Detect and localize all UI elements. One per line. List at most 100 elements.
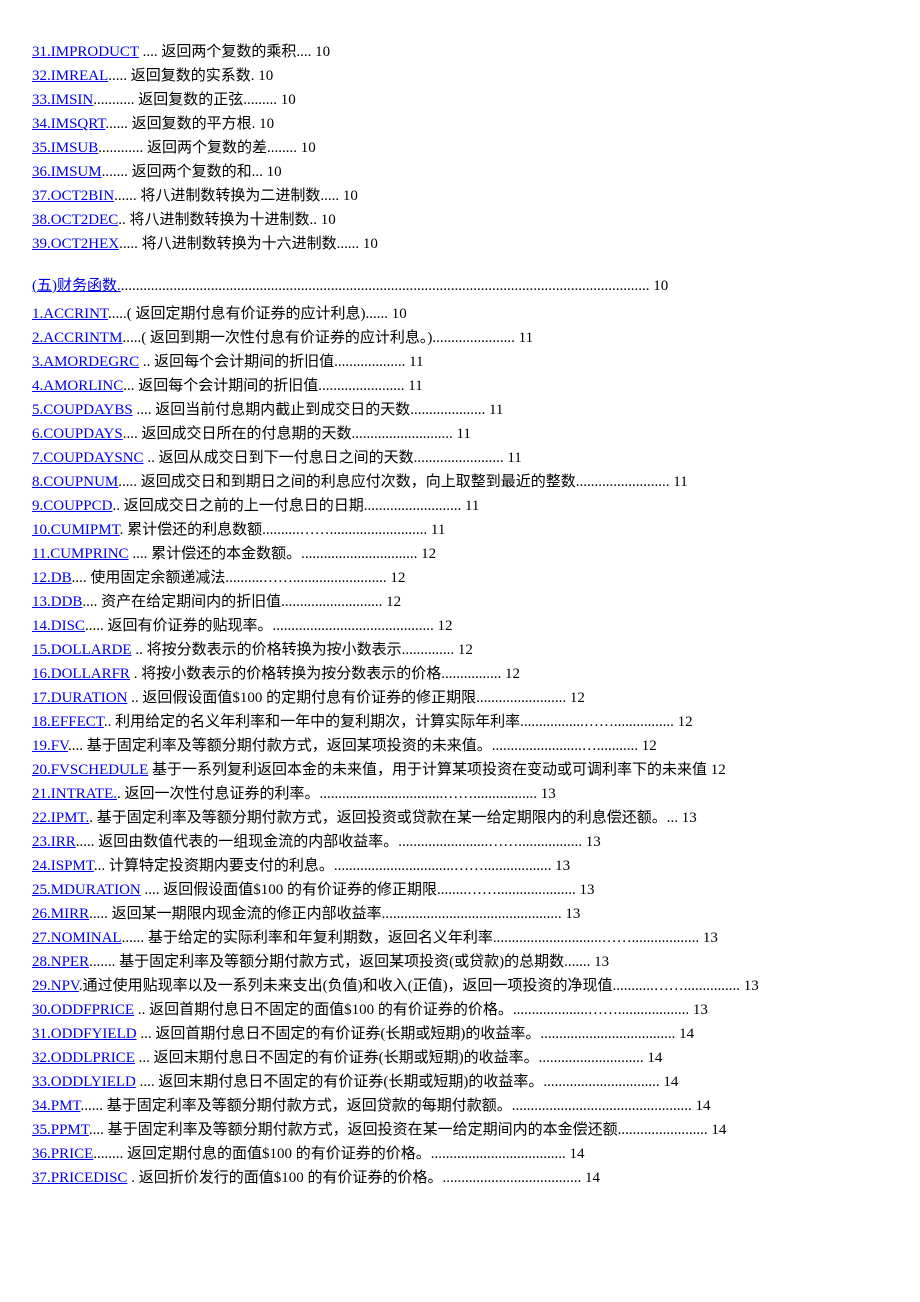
toc-entry: 39.OCT2HEX..... 将八进制数转换为十六进制数...... 10 (32, 232, 888, 256)
toc-entry-desc: .... 基于固定利率及等额分期付款方式，返回投资在某一给定期间内的本金偿还额.… (89, 1122, 727, 1138)
toc-entry-desc: .... 累计偿还的本金数额。.........................… (129, 546, 437, 562)
toc-entry-link[interactable]: 20.FVSCHEDULE (32, 762, 148, 778)
toc-entry-link[interactable]: 4.AMORLINC (32, 378, 123, 394)
toc-entry: 17.DURATION .. 返回假设面值$100 的定期付息有价证券的修正期限… (32, 686, 888, 710)
toc-entry-desc: ...... 基于固定利率及等额分期付款方式，返回贷款的每期付款额。......… (80, 1098, 710, 1114)
toc-entry-desc: 基于一系列复利返回本金的未来值，用于计算某项投资在变动或可调利率下的未来值 12 (148, 762, 726, 778)
toc-entry-link[interactable]: 16.DOLLARFR (32, 666, 130, 682)
toc-entry-desc: ... 返回首期付息日不固定的有价证券(长期或短期)的收益率。.........… (137, 1026, 695, 1042)
toc-entry-link[interactable]: 1.ACCRINT (32, 306, 108, 322)
toc-entry-link[interactable]: 28.NPER (32, 954, 89, 970)
toc-entry: 14.DISC..... 返回有价证券的贴现率。................… (32, 614, 888, 638)
toc-entry-link[interactable]: 38.OCT2DEC (32, 212, 118, 228)
toc-entry-desc: .通过使用贴现率以及一系列未来支出(负值)和收入(正值)，返回一项投资的净现值.… (79, 978, 759, 994)
toc-entry-link[interactable]: 8.COUPNUM (32, 474, 118, 490)
toc-entry-link[interactable]: 31.ODDFYIELD (32, 1026, 137, 1042)
toc-entry: 10.CUMIPMT. 累计偿还的利息数额..........…….......… (32, 518, 888, 542)
toc-entry-desc: . 返回一次性付息证券的利率。.........................… (117, 786, 556, 802)
toc-entry-desc: ... 返回末期付息日不固定的有价证券(长期或短期)的收益率。.........… (135, 1050, 663, 1066)
toc-entry-link[interactable]: 5.COUPDAYBS (32, 402, 133, 418)
toc-entry-desc: ...... 返回复数的平方根. 10 (105, 116, 274, 132)
toc-section-finance: (五)财务函数.................................… (32, 274, 888, 298)
toc-entry: 11.CUMPRINC .... 累计偿还的本金数额。.............… (32, 542, 888, 566)
toc-entry-desc: ..... 返回由数值代表的一组现金流的内部收益率。..............… (76, 834, 601, 850)
toc-entry-link[interactable]: 19.FV (32, 738, 68, 754)
toc-entry-desc: .... 使用固定余额递减法..........……..............… (72, 570, 406, 586)
toc-entry-link[interactable]: 12.DB (32, 570, 72, 586)
toc-entry-desc: ..... 将八进制数转换为十六进制数...... 10 (119, 236, 378, 252)
toc-entry: 19.FV.... 基于固定利率及等额分期付款方式，返回某项投资的未来值。...… (32, 734, 888, 758)
toc-entry-link[interactable]: 33.IMSIN (32, 92, 93, 108)
toc-entry-desc: .....( 返回到期一次性付息有价证券的应计利息。).............… (122, 330, 533, 346)
toc-entry-link[interactable]: 7.COUPDAYSNC (32, 450, 144, 466)
toc-entry-desc: .. 将按分数表示的价格转换为按小数表示.............. 12 (132, 642, 473, 658)
toc-entry-link[interactable]: 33.ODDLYIELD (32, 1074, 136, 1090)
toc-entry-link[interactable]: 18.EFFECT (32, 714, 104, 730)
toc-entry-link[interactable]: 22.IPMT. (32, 810, 89, 826)
toc-entry-desc: . 返回折价发行的面值$100 的有价证券的价格。...............… (127, 1170, 600, 1186)
toc-entry-link[interactable]: 31.IMPRODUCT (32, 44, 139, 60)
toc-entry-link[interactable]: 3.AMORDEGRC (32, 354, 139, 370)
toc-entry-desc: ........... 返回复数的正弦......... 10 (93, 92, 296, 108)
toc-entry: 2.ACCRINTM.....( 返回到期一次性付息有价证券的应计利息。)...… (32, 326, 888, 350)
toc-entry: 16.DOLLARFR . 将按小数表示的价格转换为按分数表示的价格......… (32, 662, 888, 686)
toc-entry-link[interactable]: 9.COUPPCD (32, 498, 112, 514)
toc-entry-desc: ............ 返回两个复数的差........ 10 (98, 140, 316, 156)
toc-entry: 5.COUPDAYBS .... 返回当前付息期内截止到成交日的天数......… (32, 398, 888, 422)
toc-entry-desc: ........ 返回定期付息的面值$100 的有价证券的价格。........… (93, 1146, 584, 1162)
toc-entry-link[interactable]: 11.CUMPRINC (32, 546, 129, 562)
toc-entry-desc: ..... 返回复数的实系数. 10 (108, 68, 273, 84)
toc-entry-link[interactable]: 35.IMSUB (32, 140, 98, 156)
toc-entry: 33.IMSIN........... 返回复数的正弦......... 10 (32, 88, 888, 112)
toc-entry-link[interactable]: 29.NPV (32, 978, 79, 994)
toc-entry: 36.IMSUM....... 返回两个复数的和... 10 (32, 160, 888, 184)
toc-entry-link[interactable]: 39.OCT2HEX (32, 236, 119, 252)
toc-entry: 18.EFFECT.. 利用给定的名义年利率和一年中的复利期次，计算实际年利率.… (32, 710, 888, 734)
toc-section-finance-fill: ........................................… (121, 278, 669, 294)
toc-entry-link[interactable]: 36.PRICE (32, 1146, 93, 1162)
toc-entry-desc: ...... 基于给定的实际利率和年复利期数，返回名义年利率..........… (122, 930, 718, 946)
toc-entry-desc: ..... 返回某一期限内现金流的修正内部收益率................… (89, 906, 580, 922)
toc-entry: 30.ODDFPRICE .. 返回首期付息日不固定的面值$100 的有价证券的… (32, 998, 888, 1022)
toc-entry: 37.OCT2BIN...... 将八进制数转换为二进制数..... 10 (32, 184, 888, 208)
toc-entry-link[interactable]: 23.IRR (32, 834, 76, 850)
toc-entry-link[interactable]: 10.CUMIPMT (32, 522, 120, 538)
toc-entry-link[interactable]: 37.PRICEDISC (32, 1170, 127, 1186)
toc-entry-link[interactable]: 13.DDB (32, 594, 82, 610)
toc-entry: 25.MDURATION .... 返回假设面值$100 的有价证券的修正期限.… (32, 878, 888, 902)
toc-entry: 28.NPER....... 基于固定利率及等额分期付款方式，返回某项投资(或贷… (32, 950, 888, 974)
toc-entry-link[interactable]: 14.DISC (32, 618, 85, 634)
toc-entry-link[interactable]: 21.INTRATE. (32, 786, 117, 802)
toc-entry-link[interactable]: 34.PMT (32, 1098, 80, 1114)
toc-entry-desc: .... 返回假设面值$100 的有价证券的修正期限........……....… (141, 882, 595, 898)
toc-entry: 4.AMORLINC... 返回每个会计期间的折旧值..............… (32, 374, 888, 398)
toc-entry-link[interactable]: 25.MDURATION (32, 882, 141, 898)
toc-entry-link[interactable]: 17.DURATION (32, 690, 127, 706)
toc-entry-link[interactable]: 30.ODDFPRICE (32, 1002, 134, 1018)
toc-entry-link[interactable]: 24.ISPMT (32, 858, 94, 874)
toc-entry-link[interactable]: 6.COUPDAYS (32, 426, 123, 442)
toc-entry: 13.DDB.... 资产在给定期间内的折旧值.................… (32, 590, 888, 614)
toc-entry: 35.PPMT.... 基于固定利率及等额分期付款方式，返回投资在某一给定期间内… (32, 1118, 888, 1142)
toc-entry-link[interactable]: 32.ODDLPRICE (32, 1050, 135, 1066)
toc-entry-desc: .. 返回从成交日到下一付息日之间的天数....................… (144, 450, 522, 466)
toc-entry: 1.ACCRINT.....( 返回定期付息有价证券的应计利息)...... 1… (32, 302, 888, 326)
toc-section-finance-link[interactable]: (五)财务函数. (32, 278, 121, 294)
toc-entry-desc: ... 返回每个会计期间的折旧值....................... … (123, 378, 422, 394)
toc-entry: 24.ISPMT... 计算特定投资期内要支付的利息。.............… (32, 854, 888, 878)
toc-entry-link[interactable]: 34.IMSQRT (32, 116, 105, 132)
toc-entry: 36.PRICE........ 返回定期付息的面值$100 的有价证券的价格。… (32, 1142, 888, 1166)
toc-entry-link[interactable]: 26.MIRR (32, 906, 89, 922)
toc-entry-link[interactable]: 35.PPMT (32, 1122, 89, 1138)
toc-entry: 12.DB.... 使用固定余额递减法..........…….........… (32, 566, 888, 590)
toc-entry: 34.IMSQRT...... 返回复数的平方根. 10 (32, 112, 888, 136)
toc-entry: 22.IPMT.. 基于固定利率及等额分期付款方式，返回投资或贷款在某一给定期限… (32, 806, 888, 830)
toc-entry-link[interactable]: 2.ACCRINTM (32, 330, 122, 346)
toc-entry-link[interactable]: 15.DOLLARDE (32, 642, 132, 658)
toc-entry-link[interactable]: 37.OCT2BIN (32, 188, 114, 204)
toc-group-engineering-cont: 31.IMPRODUCT .... 返回两个复数的乘积.... 1032.IMR… (32, 40, 888, 256)
toc-entry-desc: . 将按小数表示的价格转换为按分数表示的价格................ 1… (130, 666, 520, 682)
toc-entry-link[interactable]: 36.IMSUM (32, 164, 102, 180)
toc-entry-link[interactable]: 32.IMREAL (32, 68, 108, 84)
toc-entry-link[interactable]: 27.NOMINAL (32, 930, 122, 946)
